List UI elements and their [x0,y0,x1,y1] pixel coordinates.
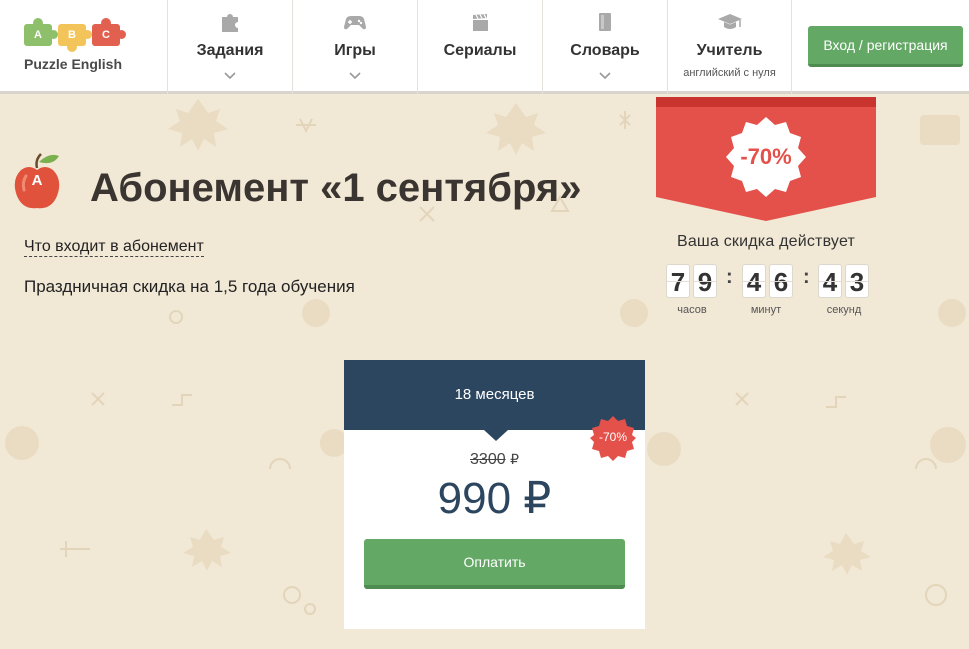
nav-sub-teacher: английский с нуля [683,67,776,79]
nav-item-series[interactable]: Сериалы [417,0,542,94]
timer-separator: : [726,266,733,288]
logo-piece-b: B [58,24,92,52]
pay-button[interactable]: Оплатить [364,539,625,589]
apple-badge-letter: A [31,172,43,189]
login-register-button[interactable]: Вход / регистрация [808,26,963,67]
puzzle-icon [222,14,238,32]
old-price-currency: ₽ [510,451,519,467]
nav-label-games: Игры [334,42,376,59]
discount-percent: -70% [740,144,792,169]
timer-hours-digit: 7 [666,264,690,298]
gamepad-icon [344,16,366,30]
subscription-details-link[interactable]: Что входит в абонемент [24,237,204,257]
nav-label-tasks: Задания [196,42,264,59]
logo-piece-c: C [92,18,126,46]
timer-seconds-label: секунд [826,304,862,316]
old-price-value: 3300 [470,451,506,468]
page-title: Абонемент «1 сентября» [90,166,582,210]
nav-label-dictionary: Словарь [570,42,640,59]
chevron-down-icon [599,72,611,80]
countdown-timer: 7 9 : 4 6 : 4 3 [666,264,876,300]
logo-puzzle-pieces: A B C [24,18,128,52]
nav-item-dictionary[interactable]: Словарь [542,0,667,94]
nav-item-teacher[interactable]: Учитель английский с нуля [667,0,792,94]
clapperboard-icon [473,14,488,31]
promo-subtitle: Праздничная скидка на 1,5 года обучения [24,277,355,296]
nav-label-teacher: Учитель [696,42,763,59]
top-header: A B C Puzzle English Задания Игры Сериал… [0,0,969,94]
timer-separator: : [803,266,810,288]
timer-seconds-digit: 3 [845,264,869,298]
chevron-down-icon [349,72,361,80]
puzzle-english-logo[interactable]: A B C Puzzle English [22,18,134,78]
timer-hours-digit: 9 [693,264,717,298]
book-icon [599,13,611,31]
timer-minutes-digit: 4 [742,264,766,298]
graduation-cap-icon [717,14,742,29]
nav-item-games[interactable]: Игры [292,0,417,94]
discount-caption: Ваша скидка действует [676,233,856,250]
timer-minutes-digit: 6 [769,264,793,298]
timer-seconds-digit: 4 [818,264,842,298]
logo-text: Puzzle English [24,56,123,72]
nav-label-series: Сериалы [443,42,517,59]
main-nav: Задания Игры Сериалы Словарь Учитель анг… [167,0,792,94]
plan-header-notch [484,430,508,441]
plan-discount-text: -70% [598,430,627,444]
timer-minutes-label: минут [750,304,782,316]
timer-hours-label: часов [677,304,707,316]
logo-piece-a: A [24,18,58,46]
nav-item-tasks[interactable]: Задания [167,0,292,94]
chevron-down-icon [224,72,236,80]
new-price: 990 ₽ [437,474,552,523]
old-price: 3300 ₽ [344,451,645,469]
